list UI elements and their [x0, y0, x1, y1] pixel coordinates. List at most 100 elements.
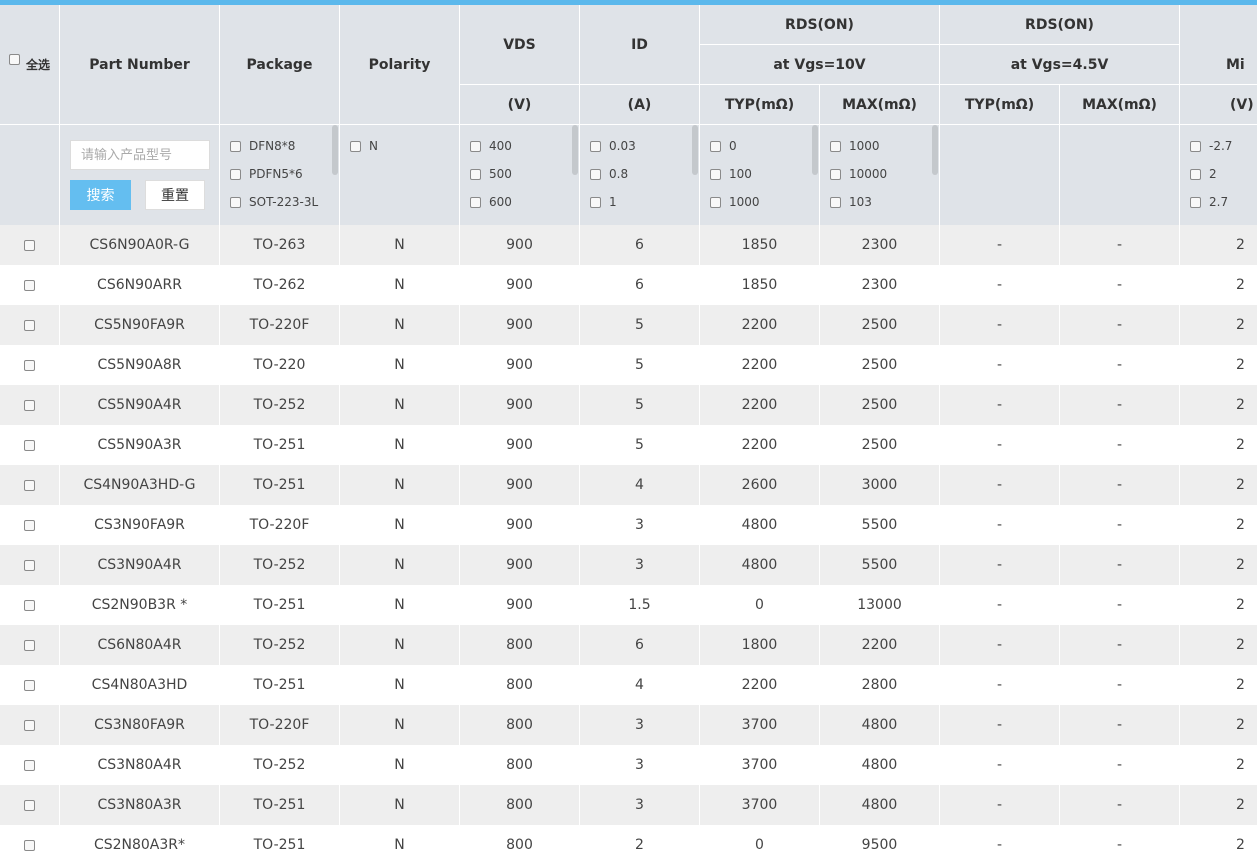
row-checkbox[interactable]	[24, 439, 35, 451]
search-button[interactable]: 搜索	[70, 180, 131, 210]
row-checkbox[interactable]	[24, 639, 35, 651]
option-checkbox[interactable]	[590, 196, 601, 208]
part-number-cell[interactable]: CS2N90B3R *	[60, 585, 220, 625]
table-row[interactable]: CS5N90A4R TO-252 N 900 5 2200 2500 - - 2	[0, 385, 1257, 425]
table-row[interactable]: CS5N90A3R TO-251 N 900 5 2200 2500 - - 2	[0, 425, 1257, 465]
header-id[interactable]: ID	[580, 5, 700, 85]
option-checkbox[interactable]	[710, 196, 721, 208]
option-checkbox[interactable]	[230, 168, 241, 180]
filter-scrollbar[interactable]	[572, 125, 578, 175]
table-row[interactable]: CS2N90B3R * TO-251 N 900 1.5 0 13000 - -…	[0, 585, 1257, 625]
filter-option[interactable]: 0.8	[590, 167, 628, 181]
part-number-cell[interactable]: CS5N90A3R	[60, 425, 220, 465]
filter-option[interactable]: 103	[830, 195, 872, 209]
row-checkbox[interactable]	[24, 559, 35, 571]
row-checkbox[interactable]	[24, 839, 35, 851]
filter-option[interactable]: 100	[710, 167, 752, 181]
option-checkbox[interactable]	[230, 140, 241, 152]
filter-option[interactable]: -2.7	[1190, 139, 1232, 153]
filter-scrollbar[interactable]	[812, 125, 818, 175]
filter-scrollbar[interactable]	[692, 125, 698, 175]
filter-option[interactable]: 2.7	[1190, 195, 1228, 209]
table-row[interactable]: CS6N90ARR TO-262 N 900 6 1850 2300 - - 2	[0, 265, 1257, 305]
option-checkbox[interactable]	[470, 168, 481, 180]
row-checkbox[interactable]	[24, 679, 35, 691]
option-checkbox[interactable]	[470, 140, 481, 152]
filter-option[interactable]: DFN8*8	[230, 139, 295, 153]
header-typ-4-5v[interactable]: TYP(mΩ)	[940, 85, 1060, 125]
row-checkbox[interactable]	[24, 479, 35, 491]
filter-option[interactable]: 0	[710, 139, 737, 153]
part-number-cell[interactable]: CS3N80A4R	[60, 745, 220, 785]
reset-button[interactable]: 重置	[145, 180, 205, 210]
row-checkbox[interactable]	[24, 359, 35, 371]
table-row[interactable]: CS3N80A4R TO-252 N 800 3 3700 4800 - - 2	[0, 745, 1257, 785]
header-part-number[interactable]: Part Number	[60, 5, 220, 125]
option-checkbox[interactable]	[1190, 196, 1201, 208]
row-checkbox[interactable]	[24, 719, 35, 731]
table-row[interactable]: CS6N90A0R-G TO-263 N 900 6 1850 2300 - -…	[0, 225, 1257, 265]
option-checkbox[interactable]	[230, 196, 241, 208]
option-checkbox[interactable]	[590, 140, 601, 152]
table-row[interactable]: CS5N90A8R TO-220 N 900 5 2200 2500 - - 2	[0, 345, 1257, 385]
option-checkbox[interactable]	[710, 140, 721, 152]
filter-option[interactable]: 500	[470, 167, 512, 181]
filter-scrollbar[interactable]	[332, 125, 338, 175]
row-checkbox[interactable]	[24, 239, 35, 251]
part-number-cell[interactable]: CS4N90A3HD-G	[60, 465, 220, 505]
part-number-cell[interactable]: CS3N90A4R	[60, 545, 220, 585]
filter-option[interactable]: 1000	[710, 195, 760, 209]
header-polarity[interactable]: Polarity	[340, 5, 460, 125]
table-row[interactable]: CS6N80A4R TO-252 N 800 6 1800 2200 - - 2	[0, 625, 1257, 665]
row-checkbox[interactable]	[24, 519, 35, 531]
header-vds[interactable]: VDS	[460, 5, 580, 85]
select-all-checkbox[interactable]	[8, 54, 20, 65]
row-checkbox[interactable]	[24, 759, 35, 771]
part-number-cell[interactable]: CS6N90A0R-G	[60, 225, 220, 265]
part-number-cell[interactable]: CS4N80A3HD	[60, 665, 220, 705]
table-row[interactable]: CS3N80FA9R TO-220F N 800 3 3700 4800 - -…	[0, 705, 1257, 745]
filter-option[interactable]: 1000	[830, 139, 880, 153]
filter-scrollbar[interactable]	[932, 125, 938, 175]
part-number-cell[interactable]: CS6N80A4R	[60, 625, 220, 665]
part-number-cell[interactable]: CS3N80A3R	[60, 785, 220, 825]
table-row[interactable]: CS4N80A3HD TO-251 N 800 4 2200 2800 - - …	[0, 665, 1257, 705]
table-row[interactable]: CS3N80A3R TO-251 N 800 3 3700 4800 - - 2	[0, 785, 1257, 825]
table-row[interactable]: CS3N90A4R TO-252 N 900 3 4800 5500 - - 2	[0, 545, 1257, 585]
filter-option[interactable]: 2	[1190, 167, 1217, 181]
part-number-cell[interactable]: CS5N90A4R	[60, 385, 220, 425]
option-checkbox[interactable]	[470, 196, 481, 208]
filter-option[interactable]: 1	[590, 195, 617, 209]
option-checkbox[interactable]	[830, 168, 841, 180]
part-number-cell[interactable]: CS5N90FA9R	[60, 305, 220, 345]
option-checkbox[interactable]	[590, 168, 601, 180]
option-checkbox[interactable]	[710, 168, 721, 180]
row-checkbox[interactable]	[24, 319, 35, 331]
search-input[interactable]	[70, 140, 210, 170]
part-number-cell[interactable]: CS5N90A8R	[60, 345, 220, 385]
option-checkbox[interactable]	[830, 196, 841, 208]
part-number-cell[interactable]: CS2N80A3R*	[60, 825, 220, 865]
table-row[interactable]: CS4N90A3HD-G TO-251 N 900 4 2600 3000 - …	[0, 465, 1257, 505]
row-checkbox[interactable]	[24, 399, 35, 411]
option-checkbox[interactable]	[1190, 168, 1201, 180]
row-checkbox[interactable]	[24, 599, 35, 611]
header-typ-10v[interactable]: TYP(mΩ)	[700, 85, 820, 125]
row-checkbox[interactable]	[24, 279, 35, 291]
filter-option[interactable]: 400	[470, 139, 512, 153]
table-row[interactable]: CS5N90FA9R TO-220F N 900 5 2200 2500 - -…	[0, 305, 1257, 345]
header-package[interactable]: Package	[220, 5, 340, 125]
table-row[interactable]: CS2N80A3R* TO-251 N 800 2 0 9500 - - 2	[0, 825, 1257, 865]
part-number-cell[interactable]: CS3N80FA9R	[60, 705, 220, 745]
option-checkbox[interactable]	[830, 140, 841, 152]
part-number-cell[interactable]: CS3N90FA9R	[60, 505, 220, 545]
filter-option[interactable]: SOT-223-3L	[230, 195, 318, 209]
filter-option[interactable]: 10000	[830, 167, 887, 181]
filter-option[interactable]: N	[350, 139, 378, 153]
part-number-cell[interactable]: CS6N90ARR	[60, 265, 220, 305]
option-checkbox[interactable]	[350, 140, 361, 152]
row-checkbox[interactable]	[24, 799, 35, 811]
table-row[interactable]: CS3N90FA9R TO-220F N 900 3 4800 5500 - -…	[0, 505, 1257, 545]
filter-option[interactable]: 600	[470, 195, 512, 209]
option-checkbox[interactable]	[1190, 140, 1201, 152]
